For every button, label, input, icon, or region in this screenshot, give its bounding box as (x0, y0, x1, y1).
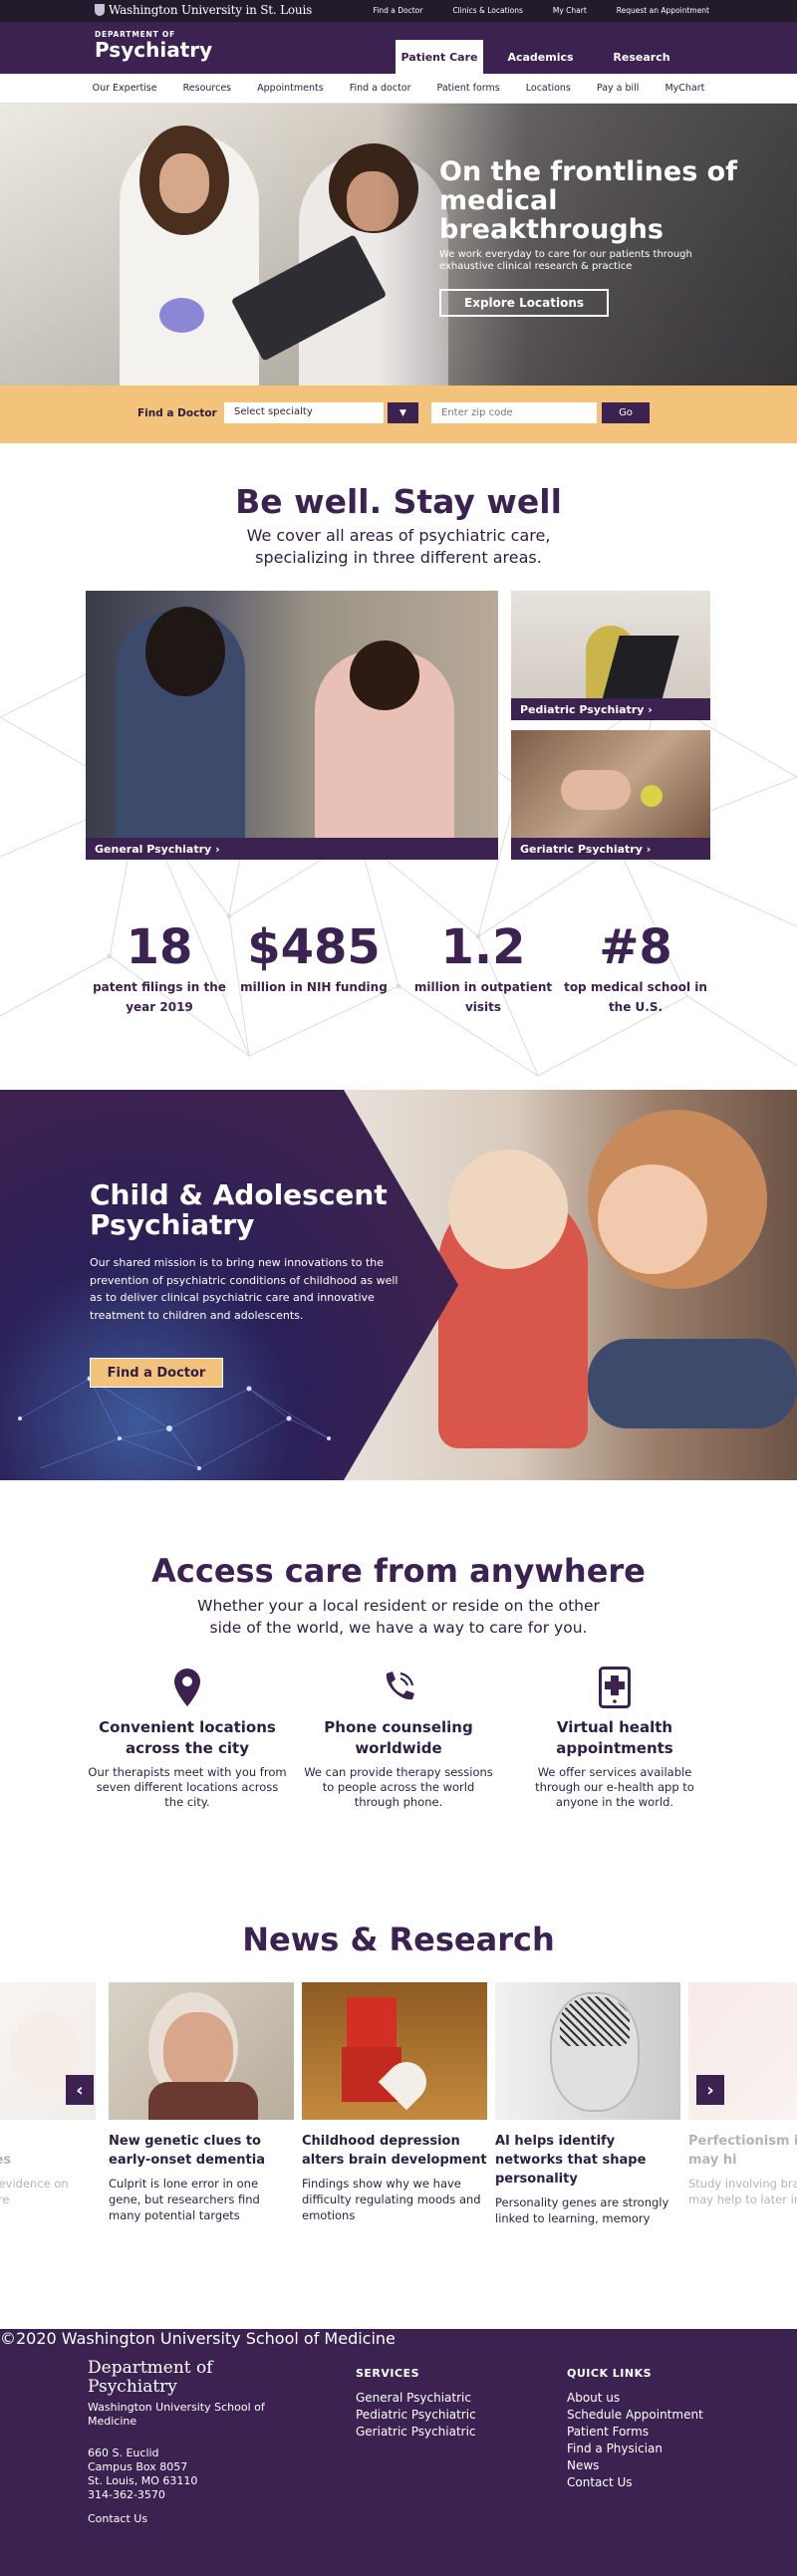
feature-title: Phone counseling worldwide (324, 1718, 473, 1757)
footer-quick-title: QUICK LINKS (567, 2367, 653, 2380)
footer-department-name: Department of Psychiatry (88, 2358, 213, 2397)
footer-link[interactable]: About us (567, 2390, 703, 2407)
news-title: New genetic clues to early-onset dementi… (109, 2134, 265, 2168)
news-image (302, 1982, 487, 2120)
address-line: 660 S. Euclid (88, 2447, 159, 2459)
child-text: Our shared mission is to bring new innov… (90, 1256, 398, 1322)
footer-services: SERVICES General Psychiatric Pediatric P… (356, 2365, 476, 2441)
feature-title: Convenient locations across the city (99, 1718, 276, 1757)
news-card[interactable]: New genetic clues to early-onset dementi… (109, 1982, 294, 2223)
news-next-button[interactable]: › (696, 2075, 724, 2105)
find-a-doctor-button[interactable]: Find a Doctor (90, 1358, 223, 1388)
feature-text: Our therapists meet with you from seven … (88, 1765, 287, 1809)
site-footer: Department of Psychiatry Washington Univ… (0, 2329, 797, 2576)
footer-link[interactable]: News (567, 2457, 703, 2474)
phone-icon (299, 1666, 498, 1709)
section-title-news: News & Research (242, 1921, 555, 1958)
address-line: St. Louis, MO 63110 (88, 2474, 198, 2487)
chevron-left-icon: ‹ (76, 2079, 84, 2101)
feature-text: We can provide therapy sessions to peopl… (304, 1765, 493, 1809)
news-text: Personality genes are strongly linked to… (495, 2195, 669, 2225)
news-card[interactable]: AI helps identify networks that shape pe… (495, 1982, 680, 2226)
child-title: Child & Adolescent Psychiatry (90, 1178, 388, 1241)
footer-link[interactable]: Schedule Appointment (567, 2407, 703, 2424)
news-prev-button[interactable]: ‹ (66, 2075, 94, 2105)
footer-link[interactable]: Pediatric Psychiatric (356, 2407, 476, 2424)
news-image (495, 1982, 680, 2120)
news-title: Perfectionism in children may hi (688, 2134, 797, 2168)
news-text: Reveals strong evidence on how they expl… (0, 2177, 69, 2206)
footer-address: 660 S. Euclid Campus Box 8057 St. Louis,… (88, 2447, 197, 2502)
address-line: Campus Box 8057 (88, 2460, 188, 2473)
location-pin-icon (88, 1666, 287, 1709)
page: Washington University in St. Louis Find … (0, 0, 797, 2576)
address-phone: 314-362-3570 (88, 2488, 165, 2501)
footer-services-title: SERVICES (356, 2367, 420, 2380)
footer-link[interactable]: Contact Us (567, 2474, 703, 2491)
footer-link[interactable]: Geriatric Psychiatric (356, 2424, 476, 2441)
feature-locations: Convenient locations across the city Our… (88, 1666, 287, 1810)
news-card[interactable]: Childhood depression alters brain develo… (302, 1982, 487, 2223)
footer-copyright: ©2020 Washington University School of Me… (0, 2329, 396, 2348)
footer-quick-links: QUICK LINKS About us Schedule Appointmen… (567, 2365, 703, 2491)
feature-phone: Phone counseling worldwide We can provid… (299, 1666, 498, 1810)
feature-virtual: Virtual health appointments We offer ser… (515, 1666, 714, 1810)
feature-title: Virtual health appointments (556, 1718, 673, 1757)
footer-link[interactable]: General Psychiatric (356, 2390, 476, 2407)
section-subtitle-access: Whether your a local resident or reside … (197, 1597, 600, 1637)
news-title: Childhood depression alters brain develo… (302, 2134, 487, 2168)
news-title: AI helps identify networks that shape pe… (495, 2134, 647, 2187)
news-text: Findings show why we have difficulty reg… (302, 2177, 481, 2222)
news-text: Culprit is lone error in one gene, but r… (109, 2177, 260, 2222)
footer-link[interactable]: Find a Physician (567, 2441, 703, 2457)
footer-link[interactable]: Patient Forms (567, 2424, 703, 2441)
footer-contact-link[interactable]: Contact Us (88, 2512, 147, 2525)
feature-text: We offer services available through our … (535, 1765, 694, 1809)
chevron-right-icon: › (706, 2079, 714, 2101)
section-title-access: Access care from anywhere (151, 1552, 646, 1590)
tablet-health-icon (515, 1666, 714, 1709)
news-text: Study involving brain scans may help to … (688, 2177, 797, 2206)
news-image (109, 1982, 294, 2120)
news-title: Genes drive abnormalities (0, 2153, 12, 2168)
footer-school-name: Washington University School of Medicine (88, 2401, 265, 2428)
